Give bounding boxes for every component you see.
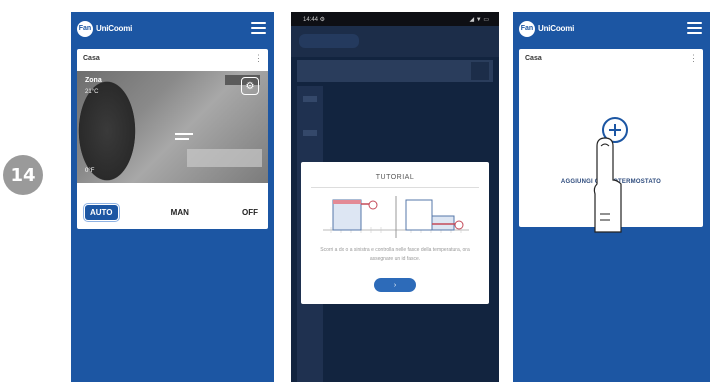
divider — [311, 187, 479, 188]
brand-name: UniCoomi — [96, 24, 133, 33]
chart-tutorial-icon — [323, 196, 469, 238]
status-icons: ◢ ▼ ▭ — [469, 16, 489, 23]
dimmed-sidebar-item — [303, 96, 317, 102]
step-number: 14 — [10, 164, 36, 186]
dialog-text: Scorri a dx o a sinistra e controlla nel… — [320, 247, 470, 262]
zone-temperature: 21°C — [85, 89, 99, 95]
tutorial-dialog: TUTORIAL Scorri a dx o a sinistra e cont… — [301, 162, 489, 304]
zone-name: Zona — [85, 77, 102, 84]
kebab-icon[interactable]: ⋮ — [689, 54, 698, 63]
next-button[interactable]: › — [374, 278, 416, 292]
dimmed-icon — [471, 62, 489, 80]
menu-icon[interactable] — [687, 22, 702, 34]
zone-card: Casa ⋮ Zona 21°C ⚙ 0°F AUTO MAN OFF — [77, 49, 268, 229]
menu-icon[interactable] — [251, 22, 266, 34]
photo-reading: 0°F — [85, 168, 95, 174]
dimmed-sidebar-item — [303, 130, 317, 136]
logo-mark: Fan — [77, 20, 93, 37]
zone-photo[interactable]: Zona 21°C ⚙ 0°F — [77, 71, 268, 183]
step-badge: 14 — [3, 155, 43, 195]
phone-screen-zone-view: Fan UniCoomi Casa ⋮ Zona 21°C ⚙ 0°F AUTO… — [71, 12, 274, 382]
mode-man-button[interactable]: MAN — [171, 208, 189, 217]
kebab-icon[interactable]: ⋮ — [254, 54, 263, 63]
app-header: Fan UniCoomi — [71, 12, 274, 45]
status-time: 14:44 ⚙ — [303, 16, 326, 23]
app-header: Fan UniCoomi — [513, 12, 710, 45]
brand-name: UniCoomi — [538, 24, 575, 33]
gear-icon[interactable]: ⚙ — [241, 77, 259, 95]
dialog-title: TUTORIAL — [375, 174, 415, 181]
phone-screen-tutorial: 14:44 ⚙ ◢ ▼ ▭ TUTORIAL Scorri a dx o a s… — [291, 12, 499, 382]
brand-logo: Fan UniCoomi — [77, 20, 133, 37]
dimmed-row — [297, 60, 493, 82]
dimmed-logo — [299, 34, 359, 48]
status-bar: 14:44 ⚙ ◢ ▼ ▭ — [291, 12, 499, 26]
logo-mark: Fan — [519, 20, 535, 37]
pointing-finger-icon — [593, 137, 622, 233]
card-title: Casa — [525, 55, 542, 62]
dash-indicator — [175, 138, 189, 140]
mode-auto-button[interactable]: AUTO — [83, 202, 120, 222]
mode-off-button[interactable]: OFF — [242, 208, 258, 217]
brand-logo: Fan UniCoomi — [519, 20, 575, 37]
photo-shelf — [187, 149, 262, 167]
mode-selector: AUTO MAN OFF — [77, 199, 268, 225]
card-title: Casa — [83, 55, 100, 62]
dash-indicator — [175, 133, 193, 135]
